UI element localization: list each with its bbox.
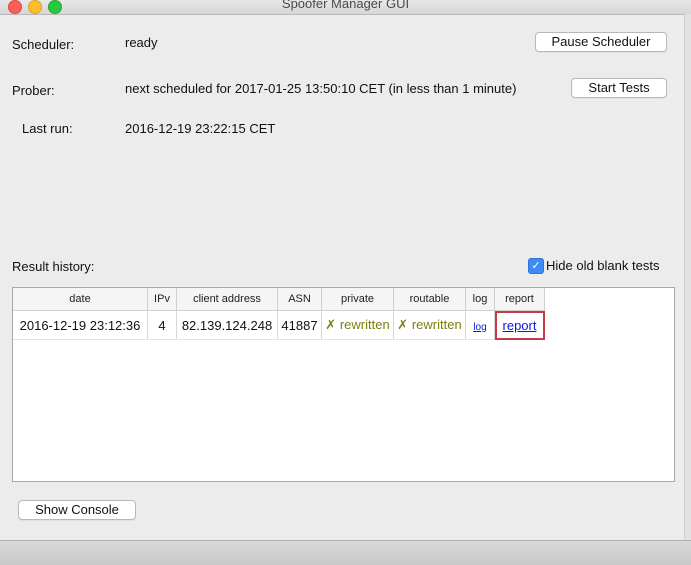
log-link[interactable]: log [473, 322, 486, 333]
column-header-ipv[interactable]: IPv [147, 288, 177, 311]
start-tests-button[interactable]: Start Tests [571, 78, 667, 98]
column-header-log[interactable]: log [465, 288, 495, 311]
cross-icon: ✗ [397, 317, 409, 332]
column-header-report[interactable]: report [494, 288, 545, 311]
scheduler-label: Scheduler: [12, 37, 75, 52]
result-history-label: Result history: [12, 259, 95, 274]
window-right-edge [684, 14, 691, 544]
column-header-asn[interactable]: ASN [277, 288, 322, 311]
column-header-private[interactable]: private [321, 288, 394, 311]
hide-old-blank-tests-checkbox[interactable]: ✓ [528, 258, 544, 274]
show-console-button[interactable]: Show Console [18, 500, 136, 520]
row-report: report [494, 310, 545, 340]
prober-status: next scheduled for 2017-01-25 13:50:10 C… [125, 81, 517, 96]
title-bar: Spoofer Manager GUI [0, 0, 691, 15]
scheduler-status: ready [125, 35, 158, 50]
hide-old-blank-tests-label[interactable]: Hide old blank tests [546, 258, 659, 273]
column-header-client-address[interactable]: client address [176, 288, 278, 311]
row-client-address: 82.139.124.248 [176, 310, 278, 340]
column-header-routable[interactable]: routable [393, 288, 466, 311]
report-link[interactable]: report [503, 318, 537, 333]
row-ipv: 4 [147, 310, 177, 340]
result-history-table: date IPv client address ASN private rout… [12, 287, 675, 482]
last-run-value: 2016-12-19 23:22:15 CET [125, 121, 276, 136]
row-private: ✗ rewritten [321, 310, 394, 340]
window-title: Spoofer Manager GUI [281, 0, 410, 11]
pause-scheduler-button[interactable]: Pause Scheduler [535, 32, 667, 52]
window-bottom-bar [0, 540, 691, 565]
row-date: 2016-12-19 23:12:36 [13, 310, 148, 340]
table-row[interactable]: 2016-12-19 23:12:36 4 82.139.124.248 418… [13, 310, 545, 340]
table-header-row: date IPv client address ASN private rout… [13, 288, 545, 311]
private-result: rewritten [339, 317, 390, 332]
row-log: log [465, 310, 495, 340]
checkmark-icon: ✓ [531, 260, 541, 272]
row-asn: 41887 [277, 310, 322, 340]
row-routable: ✗ rewritten [393, 310, 466, 340]
cross-icon: ✗ [325, 317, 337, 332]
column-header-date[interactable]: date [13, 288, 148, 311]
routable-result: rewritten [411, 317, 462, 332]
prober-label: Prober: [12, 83, 55, 98]
last-run-label: Last run: [22, 121, 73, 136]
